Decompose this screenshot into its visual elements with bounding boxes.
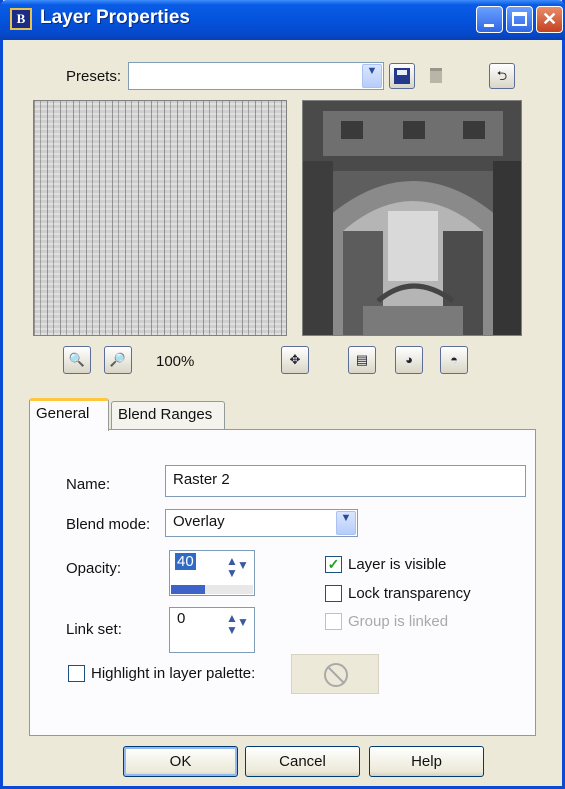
delete-icon	[430, 68, 442, 83]
maximize-button[interactable]	[506, 6, 533, 33]
zoom-out-button[interactable]: 🔍	[63, 346, 91, 374]
lock-transparency-checkbox[interactable]	[325, 585, 342, 602]
presets-dropdown[interactable]: ▼	[128, 62, 384, 90]
app-icon: B	[10, 8, 32, 30]
zoom-in-icon: 🔎	[109, 352, 127, 367]
result-preview[interactable]	[302, 100, 522, 336]
opacity-value[interactable]: 40	[175, 553, 196, 570]
spin-arrows-icon[interactable]: ▲ ▼ ▼	[226, 612, 249, 636]
window-title: Layer Properties	[40, 7, 190, 28]
title-bar[interactable]: B Layer Properties ✕	[0, 0, 565, 40]
original-preview[interactable]	[33, 100, 287, 336]
checkmark-icon: ✓	[327, 556, 340, 572]
cancel-button[interactable]: Cancel	[245, 746, 360, 777]
blend-mode-dropdown[interactable]: Overlay ▼	[165, 509, 358, 537]
close-icon: ✕	[541, 9, 558, 29]
spin-arrows-icon[interactable]: ▲ ▼ ▼	[226, 555, 249, 579]
layer-properties-dialog: B Layer Properties ✕ Presets: ▼ ⮌ 🔍 🔎 10…	[0, 0, 565, 789]
tab-blend-ranges[interactable]: Blend Ranges	[111, 401, 225, 430]
blend-mode-value: Overlay	[173, 513, 225, 530]
opacity-stepper[interactable]: 40 ▲ ▼ ▼	[169, 550, 255, 596]
highlight-label: Highlight in layer palette:	[91, 665, 256, 682]
proof-button[interactable]: ▤	[348, 346, 376, 374]
name-label: Name:	[66, 476, 111, 493]
presets-label: Presets:	[66, 68, 122, 85]
eye-lock-icon: ◕	[405, 352, 413, 367]
tab-general[interactable]: General	[29, 398, 109, 431]
reset-icon: ⮌	[496, 68, 508, 83]
group-linked-checkbox	[325, 613, 342, 630]
save-preset-button[interactable]	[389, 63, 415, 89]
no-color-icon	[324, 663, 348, 687]
zoom-in-button[interactable]: 🔎	[104, 346, 132, 374]
chevron-down-icon[interactable]: ▼	[362, 64, 382, 88]
group-linked-label: Group is linked	[348, 613, 449, 630]
delete-preset-button[interactable]	[423, 63, 449, 89]
opacity-slider-fill	[171, 585, 205, 594]
preview-on-image-button[interactable]: ◓	[440, 346, 468, 374]
pan-button[interactable]: ✥	[281, 346, 309, 374]
name-field[interactable]: Raster 2	[165, 465, 526, 497]
minimize-button[interactable]	[476, 6, 503, 33]
zoom-level: 100%	[156, 353, 195, 370]
opacity-label: Opacity:	[66, 560, 122, 577]
close-button[interactable]: ✕	[536, 6, 563, 33]
move-icon: ✥	[289, 352, 301, 367]
zoom-out-icon: 🔍	[68, 352, 86, 367]
eye-icon: ◓	[450, 352, 458, 367]
minimize-icon	[484, 24, 494, 27]
chevron-down-icon[interactable]: ▼	[336, 511, 356, 535]
link-set-stepper[interactable]: 0 ▲ ▼ ▼	[169, 607, 255, 653]
layer-visible-label: Layer is visible	[348, 556, 447, 573]
highlight-checkbox[interactable]	[68, 665, 85, 682]
save-icon	[394, 68, 410, 84]
ok-button[interactable]: OK	[123, 746, 238, 777]
canal-photo	[303, 101, 521, 335]
blend-mode-label: Blend mode:	[66, 516, 151, 533]
link-set-label: Link set:	[66, 621, 122, 638]
layer-visible-checkbox[interactable]: ✓	[325, 556, 342, 573]
reset-button[interactable]: ⮌	[489, 63, 515, 89]
link-set-value[interactable]: 0	[175, 610, 187, 627]
lock-transparency-label: Lock transparency	[348, 585, 471, 602]
maximize-icon	[512, 12, 527, 26]
highlight-color-swatch[interactable]	[291, 654, 379, 694]
proof-icon: ▤	[355, 352, 369, 367]
help-button[interactable]: Help	[369, 746, 484, 777]
auto-proof-button[interactable]: ◕	[395, 346, 423, 374]
